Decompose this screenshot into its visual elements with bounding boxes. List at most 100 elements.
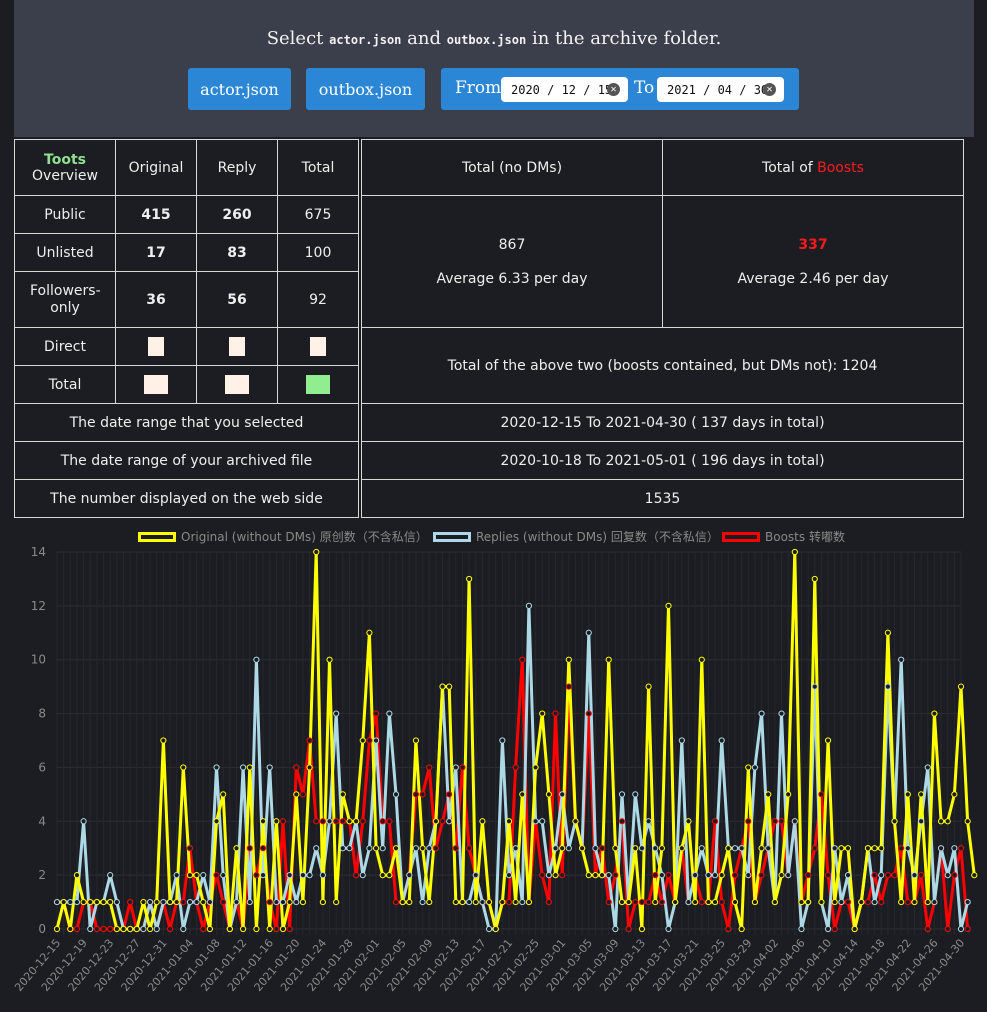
data-point-replies (419, 898, 426, 906)
data-point-replies (525, 602, 533, 609)
data-point-original (100, 898, 107, 906)
data-point-boosts (452, 845, 459, 852)
followers-original: 36 (115, 271, 197, 328)
data-point-original (612, 845, 619, 852)
data-point-original (519, 791, 526, 798)
data-point-boosts (871, 872, 878, 879)
data-point-boosts (186, 845, 194, 852)
legend-swatch-replies (433, 531, 471, 542)
data-point-boosts (426, 764, 433, 771)
public-original: 415 (115, 195, 197, 234)
data-point-boosts (432, 845, 439, 852)
data-point-original (725, 845, 732, 852)
data-point-original (439, 683, 446, 690)
data-point-boosts (625, 925, 632, 933)
data-point-boosts (758, 872, 765, 879)
data-point-boosts (319, 818, 326, 825)
data-point-original (824, 737, 832, 744)
data-point-boosts (598, 845, 606, 852)
clear-to-icon[interactable]: ✕ (763, 83, 776, 96)
data-point-original (133, 925, 140, 933)
data-point-original (279, 925, 287, 933)
data-point-boosts (93, 925, 100, 933)
data-point-original (751, 898, 759, 906)
actor-json-button[interactable]: actor.json (188, 68, 291, 110)
data-point-boosts (539, 872, 546, 879)
data-point-original (559, 845, 566, 852)
hidden-value-swatch (144, 375, 168, 394)
data-point-boosts (359, 818, 366, 825)
data-point-boosts (379, 818, 386, 825)
data-point-original (645, 683, 652, 690)
data-point-replies (80, 818, 87, 825)
data-point-original (193, 872, 200, 879)
data-point-replies (944, 872, 951, 879)
data-point-replies (220, 872, 227, 879)
data-point-replies (293, 898, 300, 906)
data-point-boosts (811, 845, 818, 852)
legend-swatch-original (138, 531, 176, 542)
data-point-replies (392, 791, 400, 798)
data-point-replies (313, 845, 320, 852)
data-point-replies (778, 710, 785, 717)
data-point-boosts (711, 818, 719, 825)
web-number-label: The number displayed on the web side (14, 479, 359, 518)
legend-replies[interactable]: Replies (without DMs) 回复数（不含私信） (433, 528, 719, 545)
data-point-original (379, 872, 386, 879)
data-point-original (392, 845, 400, 852)
data-point-boosts (951, 872, 958, 879)
data-point-replies (213, 764, 220, 771)
row-label-public: Public (14, 195, 116, 234)
data-point-original (240, 925, 247, 933)
data-point-replies (386, 710, 393, 717)
row-label-unlisted: Unlisted (14, 233, 116, 272)
hidden-value-swatch (225, 375, 249, 394)
data-point-boosts (778, 818, 785, 825)
data-point-replies (705, 872, 712, 879)
data-point-replies (612, 925, 619, 933)
data-point-boosts (259, 845, 267, 852)
data-point-replies (466, 898, 473, 906)
range-selected-value: 2020-12-15 To 2021-04-30 ( 137 days in t… (361, 403, 964, 442)
data-point-boosts (439, 818, 446, 825)
data-point-original (319, 898, 326, 906)
data-point-replies (206, 898, 213, 906)
data-point-original (851, 925, 858, 933)
data-point-boosts (957, 845, 965, 852)
data-point-original (93, 898, 100, 906)
range-selected-label: The date range that you selected (14, 403, 359, 442)
data-point-boosts (771, 818, 778, 825)
data-point-replies (632, 791, 639, 798)
legend-boosts[interactable]: Boosts 转嘟数 (722, 528, 845, 545)
data-point-replies (499, 737, 506, 744)
data-point-boosts (864, 898, 872, 906)
data-point-replies (838, 898, 845, 906)
data-point-boosts (519, 656, 526, 663)
data-point-boosts (638, 898, 646, 906)
actor-filename: actor.json (329, 33, 402, 47)
data-point-replies (53, 898, 61, 906)
outbox-json-button[interactable]: outbox.json (306, 68, 425, 110)
data-point-original (539, 710, 546, 717)
direct-reply (196, 327, 278, 366)
legend-original[interactable]: Original (without DMs) 原创数（不含私信） (138, 528, 428, 545)
data-point-replies (472, 872, 479, 879)
clear-from-icon[interactable]: ✕ (607, 83, 620, 96)
instruction-text: Select actor.json and outbox.json in the… (266, 28, 722, 49)
data-point-boosts (107, 925, 114, 933)
data-point-original (565, 656, 572, 663)
data-point-original (765, 791, 772, 798)
range-archive-value: 2020-10-18 To 2021-05-01 ( 196 days in t… (361, 441, 964, 480)
data-point-boosts (372, 710, 380, 717)
y-tick-label: 0 (38, 922, 46, 936)
from-date-input[interactable]: 2020 / 12 / 15 ✕ (501, 77, 628, 102)
data-point-original (718, 872, 725, 879)
data-point-replies (718, 737, 725, 744)
data-point-original (711, 898, 719, 906)
public-reply: 260 (196, 195, 278, 234)
data-point-replies (339, 845, 346, 852)
data-point-replies (140, 925, 147, 933)
to-date-input[interactable]: 2021 / 04 / 30 ✕ (657, 77, 784, 102)
data-point-boosts (339, 818, 346, 825)
data-point-original (306, 764, 313, 771)
